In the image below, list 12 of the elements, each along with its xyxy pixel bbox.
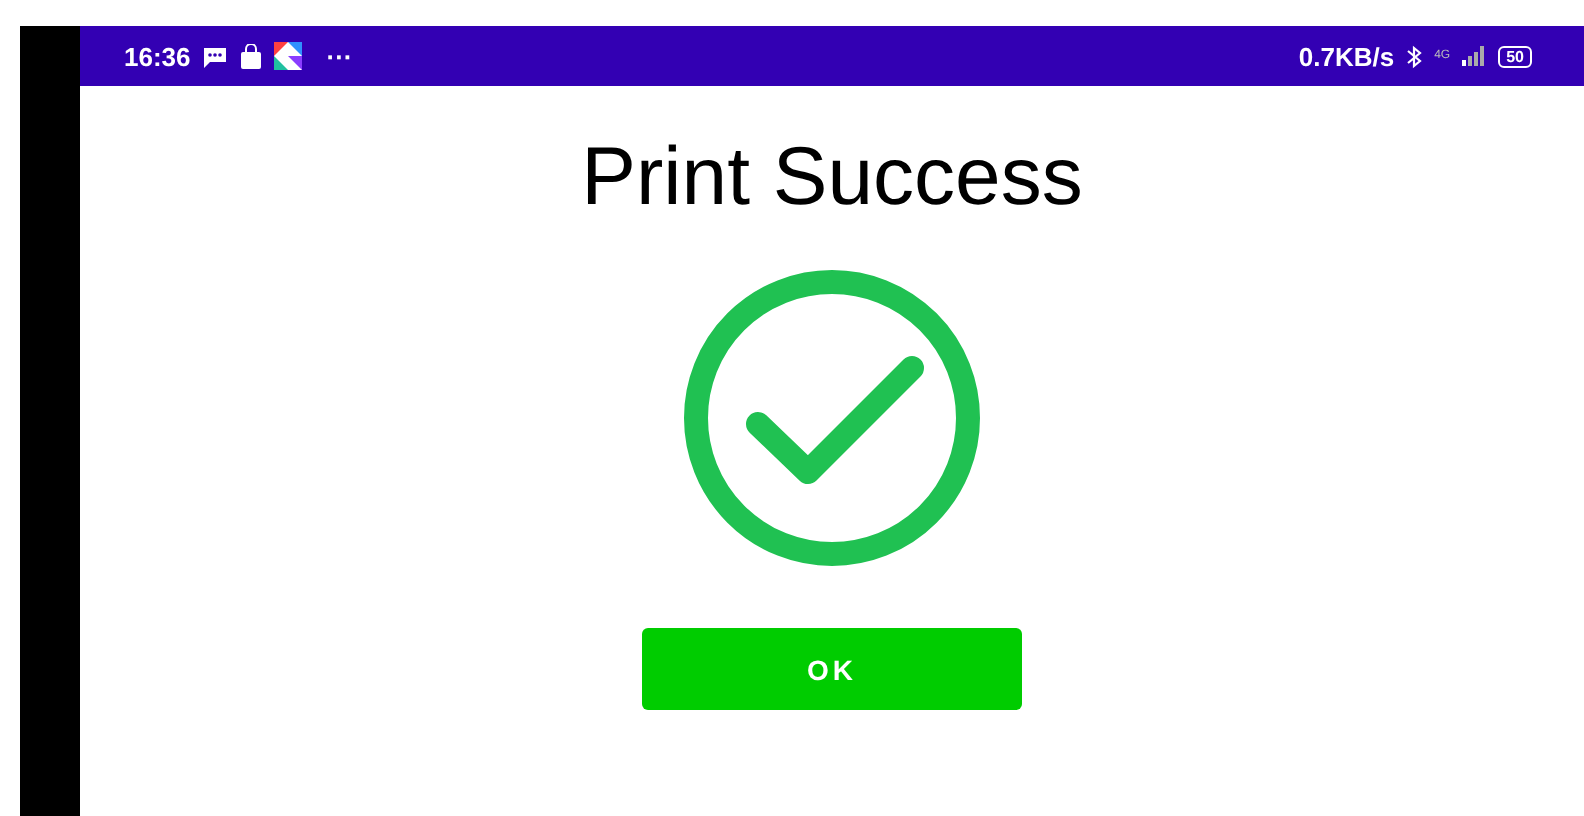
signal-icon <box>1462 46 1487 66</box>
app-icon <box>274 42 303 70</box>
chat-icon <box>202 45 229 67</box>
network-speed: 0.7KB/s <box>1298 41 1395 71</box>
ok-button[interactable]: OK <box>642 628 1022 710</box>
more-icon: ··· <box>326 41 353 71</box>
shopping-bag-icon <box>240 43 263 69</box>
time: 16:36 <box>124 41 191 71</box>
bluetooth-icon <box>1406 43 1423 69</box>
page-title: Print Success <box>581 130 1083 222</box>
checkmark-icon <box>682 268 982 568</box>
battery-level: 50 <box>1498 45 1532 67</box>
